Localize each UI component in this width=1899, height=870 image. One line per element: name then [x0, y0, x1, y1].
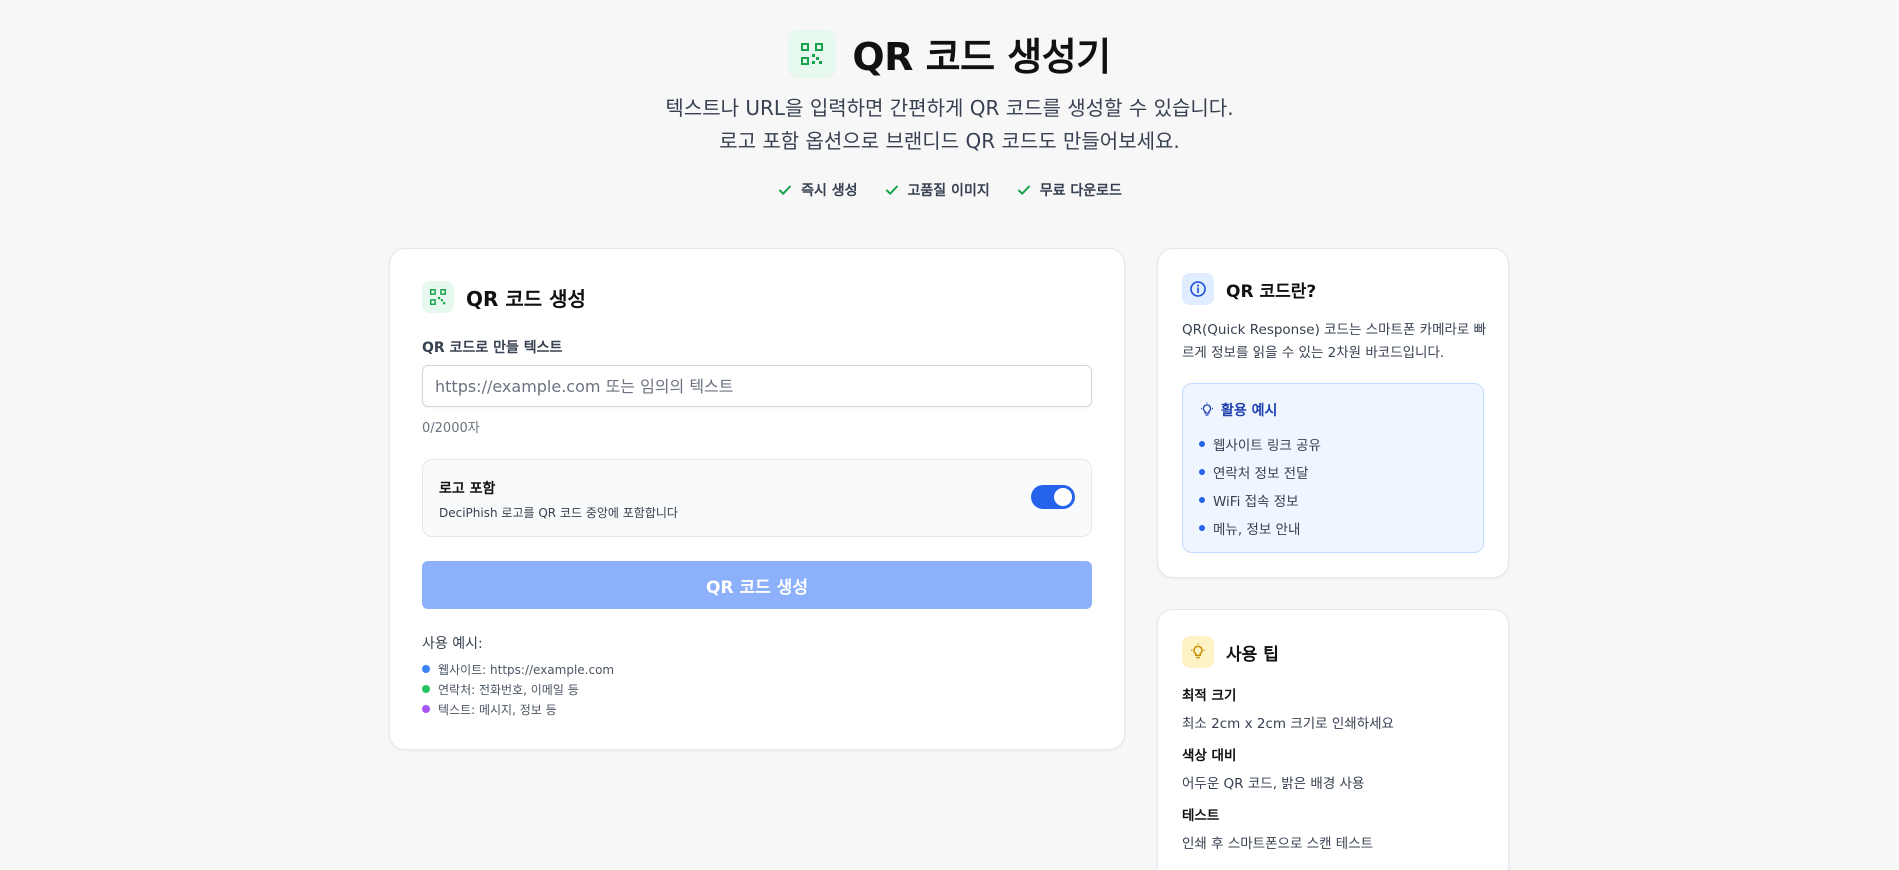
- about-description: QR(Quick Response) 코드는 스마트폰 카메라로 빠르게 정보를…: [1182, 322, 1487, 361]
- feature-label: 무료 다운로드: [1039, 183, 1122, 199]
- tip-text: 어두운 QR 코드, 밝은 배경 사용: [1182, 776, 1365, 792]
- examples-list: 웹사이트: https://example.com 연락처: 전화번호, 이메일…: [422, 659, 614, 719]
- about-header: QR 코드란?: [1182, 273, 1316, 305]
- usage-text: 웹사이트 링크 공유: [1213, 438, 1321, 454]
- example-text: 웹사이트: https://example.com: [438, 662, 615, 677]
- feature-item: 고품질 이미지: [884, 180, 990, 200]
- usage-text: 연락처 정보 전달: [1213, 466, 1309, 482]
- bullet-dot: [1199, 497, 1205, 503]
- tip-text: 최소 2cm x 2cm 크기로 인쇄하세요: [1182, 716, 1394, 732]
- list-item: WiFi 접속 정보: [1199, 486, 1321, 514]
- generate-button[interactable]: QR 코드 생성: [422, 561, 1092, 609]
- examples-label: 사용 예시:: [422, 636, 483, 652]
- page-subtitle: 텍스트나 URL을 입력하면 간편하게 QR 코드를 생성할 수 있습니다. 로…: [0, 92, 1899, 158]
- feature-label: 고품질 이미지: [907, 183, 990, 199]
- logo-option-description: DeciPhish 로고를 QR 코드 중앙에 포함합니다: [439, 506, 678, 520]
- list-item: 연락처: 전화번호, 이메일 등: [422, 679, 614, 699]
- feature-list: 즉시 생성 고품질 이미지 무료 다운로드: [0, 180, 1899, 200]
- check-icon: [779, 185, 792, 195]
- list-item: 연락처 정보 전달: [1199, 458, 1321, 486]
- tip-heading: 최적 크기: [1182, 688, 1237, 704]
- usage-list: 웹사이트 링크 공유 연락처 정보 전달 WiFi 접속 정보 메뉴, 정보 안…: [1199, 430, 1321, 542]
- logo-option-panel: 로고 포함 DeciPhish 로고를 QR 코드 중앙에 포함합니다: [422, 459, 1092, 537]
- subtitle-line-1: 텍스트나 URL을 입력하면 간편하게 QR 코드를 생성할 수 있습니다.: [665, 96, 1234, 120]
- list-item: 웹사이트: https://example.com: [422, 659, 614, 679]
- example-text: 텍스트: 메시지, 정보 등: [438, 702, 557, 717]
- bullet-dot: [422, 665, 430, 673]
- qr-icon: [801, 42, 824, 65]
- bullet-dot: [1199, 525, 1205, 531]
- check-icon: [885, 185, 898, 195]
- bullet-dot: [1199, 441, 1205, 447]
- feature-label: 즉시 생성: [801, 183, 858, 199]
- tips-title: 사용 팁: [1226, 644, 1279, 665]
- usage-text: 메뉴, 정보 안내: [1213, 522, 1301, 538]
- qr-text-input[interactable]: [422, 365, 1092, 407]
- example-text: 연락처: 전화번호, 이메일 등: [438, 682, 579, 697]
- bullet-dot: [1199, 469, 1205, 475]
- usage-text: WiFi 접속 정보: [1213, 494, 1299, 510]
- tips-icon-box: [1182, 636, 1214, 668]
- qr-logo: [788, 29, 837, 78]
- about-qr-card: QR 코드란? QR(Quick Response) 코드는 스마트폰 카메라로…: [1157, 248, 1509, 578]
- lightbulb-icon: [1191, 643, 1205, 659]
- generator-title: QR 코드 생성: [466, 286, 586, 311]
- tip-heading: 테스트: [1182, 808, 1220, 824]
- logo-toggle[interactable]: [1031, 485, 1075, 509]
- page-title: QR 코드 생성기: [852, 35, 1111, 79]
- page-header: QR 코드 생성기: [0, 26, 1899, 81]
- tips-card: 사용 팁 최적 크기 최소 2cm x 2cm 크기로 인쇄하세요 색상 대비 …: [1157, 609, 1509, 870]
- qr-generator-card: QR 코드 생성 QR 코드로 만들 텍스트 0/2000자 로고 포함 Dec…: [389, 248, 1125, 750]
- usage-header: 활용 예시: [1199, 400, 1277, 420]
- list-item: 텍스트: 메시지, 정보 등: [422, 699, 614, 719]
- lightbulb-icon: [1201, 402, 1213, 416]
- tip-text: 인쇄 후 스마트폰으로 스캔 테스트: [1182, 836, 1374, 852]
- about-title: QR 코드란?: [1226, 281, 1317, 302]
- logo-option-title: 로고 포함: [439, 481, 496, 497]
- subtitle-line-2: 로고 포함 옵션으로 브랜디드 QR 코드도 만들어보세요.: [719, 129, 1180, 153]
- list-item: 메뉴, 정보 안내: [1199, 514, 1321, 542]
- feature-item: 즉시 생성: [777, 180, 858, 200]
- tips-header: 사용 팁: [1182, 636, 1279, 668]
- character-counter: 0/2000자: [422, 421, 480, 436]
- toggle-knob: [1054, 488, 1072, 506]
- generator-icon-box: [422, 281, 454, 313]
- bullet-dot: [422, 705, 430, 713]
- info-icon: [1190, 281, 1206, 297]
- list-item: 웹사이트 링크 공유: [1199, 430, 1321, 458]
- text-field-label: QR 코드로 만들 텍스트: [422, 340, 563, 356]
- qr-icon: [430, 289, 446, 305]
- usage-examples-box: 활용 예시 웹사이트 링크 공유 연락처 정보 전달 WiFi 접속 정보 메뉴…: [1182, 383, 1484, 553]
- about-icon-box: [1182, 273, 1214, 305]
- tip-heading: 색상 대비: [1182, 748, 1237, 764]
- bullet-dot: [422, 685, 430, 693]
- usage-title: 활용 예시: [1221, 403, 1278, 419]
- feature-item: 무료 다운로드: [1016, 180, 1122, 200]
- generator-header: QR 코드 생성: [422, 281, 586, 313]
- check-icon: [1017, 185, 1030, 195]
